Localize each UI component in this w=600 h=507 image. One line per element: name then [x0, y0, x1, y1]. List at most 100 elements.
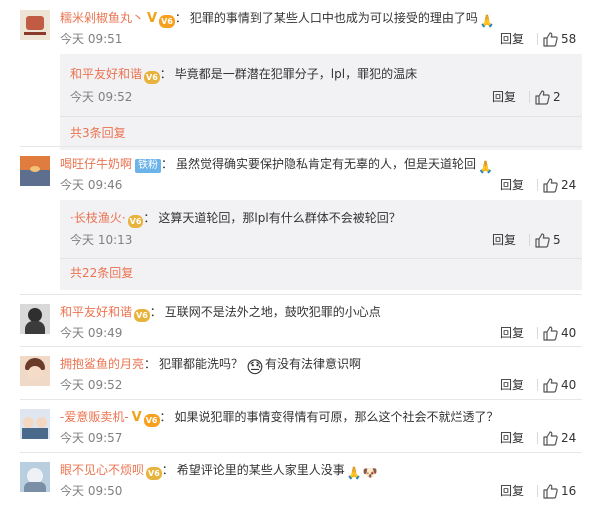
- timestamp: 今天 09:51: [60, 32, 123, 46]
- vip-level-icon: V6: [143, 414, 160, 427]
- avatar[interactable]: [20, 356, 50, 386]
- like-count: 40: [561, 378, 577, 392]
- thumb-up-icon: [543, 326, 558, 341]
- username[interactable]: 拥抱鲨鱼的月亮: [60, 357, 144, 371]
- divider: [537, 33, 538, 45]
- comment-text: 有没有法律意识啊: [265, 357, 362, 371]
- thumb-up-icon: [543, 32, 558, 47]
- divider: [60, 116, 582, 117]
- avatar[interactable]: [20, 409, 50, 439]
- like-count: 24: [561, 178, 577, 192]
- like-button[interactable]: 40: [542, 376, 580, 394]
- reply-button[interactable]: 回复: [492, 88, 516, 106]
- comment-text: 互联网不是法外之地，鼓吹犯罪的小心点: [164, 305, 381, 319]
- timestamp: 今天 09:52: [60, 378, 123, 392]
- username[interactable]: 喝旺仔牛奶啊: [60, 157, 132, 171]
- pray-emoji-icon: 🙏: [479, 14, 495, 28]
- vip-level-icon: V6: [144, 71, 160, 84]
- comment-header: 喝旺仔牛奶啊 铁粉：虽然觉得确实要保护隐私肯定有无辜的人，但是天道轮回 🙏: [60, 154, 580, 174]
- username[interactable]: -爱意贩卖机-: [60, 410, 129, 424]
- subreply-meta: 今天 09:52 回复 2: [70, 88, 572, 106]
- like-count: 2: [553, 90, 561, 104]
- subreply-box: ·长枝渔火· V6：这算天道轮回，那lpl有什么群体不会被轮回？ 今天 10:13…: [60, 200, 582, 290]
- colon: ：: [143, 211, 156, 225]
- timestamp: 今天 09:50: [60, 484, 123, 498]
- comment-header: 眼不见心不烦呗 V6：希望评论里的某些人家里人没事 🙏🐶: [60, 460, 580, 480]
- colon: ：: [161, 157, 174, 171]
- comment-text: 虽然觉得确实要保护隐私肯定有无辜的人，但是天道轮回: [176, 157, 477, 171]
- thumb-up-icon: [543, 431, 558, 446]
- like-count: 16: [561, 484, 577, 498]
- divider: [537, 485, 538, 497]
- reply-button[interactable]: 回复: [500, 482, 524, 500]
- avatar[interactable]: [20, 304, 50, 334]
- like-button[interactable]: 58: [542, 30, 580, 48]
- reply-button[interactable]: 回复: [500, 376, 524, 394]
- reply-button[interactable]: 回复: [500, 429, 524, 447]
- more-replies-link[interactable]: 共3条回复: [70, 124, 126, 142]
- divider: [20, 452, 582, 453]
- thumb-up-icon: [535, 233, 550, 248]
- username[interactable]: 和平友好和谐: [60, 305, 132, 319]
- avatar[interactable]: [20, 156, 50, 186]
- timestamp: 今天 09:46: [60, 178, 123, 192]
- reply-button[interactable]: 回复: [500, 176, 524, 194]
- reply-button[interactable]: 回复: [500, 30, 524, 48]
- comment-meta: 今天 09:46 回复 24: [60, 176, 580, 194]
- like-button[interactable]: 40: [542, 324, 580, 342]
- comment-text: 犯罪的事情到了某些人口中也成为可以接受的理由了吗: [189, 11, 478, 25]
- colon: ：: [159, 67, 172, 81]
- reply-button[interactable]: 回复: [500, 324, 524, 342]
- username[interactable]: 糯米剁椒鱼丸丶: [60, 11, 144, 25]
- username[interactable]: ·长枝渔火·: [70, 211, 126, 225]
- thumb-up-icon: [535, 90, 550, 105]
- subreply-header: 和平友好和谐 V6：毕竟都是一群潜在犯罪分子，lpl，罪犯的温床: [70, 64, 570, 84]
- divider: [537, 432, 538, 444]
- reply-button[interactable]: 回复: [492, 231, 516, 249]
- thumb-up-icon: [543, 378, 558, 393]
- comment-header: -爱意贩卖机- V V6：如果说犯罪的事情变得情有可原，那么这个社会不就烂透了？: [60, 407, 580, 427]
- timestamp: 今天 10:13: [70, 233, 133, 247]
- more-replies-link[interactable]: 共22条回复: [70, 264, 133, 282]
- like-button[interactable]: 2: [534, 88, 572, 106]
- username[interactable]: 眼不见心不烦呗: [60, 463, 144, 477]
- like-button[interactable]: 24: [542, 176, 580, 194]
- divider: [537, 179, 538, 191]
- username[interactable]: 和平友好和谐: [70, 67, 142, 81]
- pray-emoji-icon: 🙏: [346, 466, 362, 480]
- timestamp: 今天 09:57: [60, 431, 123, 445]
- comment-header: 和平友好和谐 V6：互联网不是法外之地，鼓吹犯罪的小心点: [60, 302, 580, 322]
- comment-text: 希望评论里的某些人家里人没事: [176, 463, 345, 477]
- subreply-text: 这算天道轮回，那lpl有什么群体不会被轮回？: [158, 211, 401, 225]
- divider: [537, 379, 538, 391]
- thumb-up-icon: [543, 178, 558, 193]
- verified-v-icon: V: [131, 410, 142, 425]
- divider: [60, 258, 582, 259]
- like-count: 24: [561, 431, 577, 445]
- comment-meta: 今天 09:57 回复 24: [60, 429, 580, 447]
- comment-text: 犯罪都能洗吗？: [159, 357, 244, 371]
- subreply-header: ·长枝渔火· V6：这算天道轮回，那lpl有什么群体不会被轮回？: [70, 208, 570, 228]
- colon: ：: [144, 357, 157, 371]
- doge-emoji-icon: 🐶: [362, 466, 378, 480]
- avatar[interactable]: [20, 462, 50, 492]
- avatar[interactable]: [20, 10, 50, 40]
- subreply-meta: 今天 10:13 回复 5: [70, 231, 572, 249]
- vip-level-icon: V6: [127, 215, 144, 228]
- timestamp: 今天 09:52: [70, 90, 133, 104]
- comment-text: 如果说犯罪的事情变得情有可原，那么这个社会不就烂透了？: [174, 410, 499, 424]
- colon: ：: [159, 410, 172, 424]
- comment-meta: 今天 09:51 回复 58: [60, 30, 580, 48]
- comment-header: 糯米剁椒鱼丸丶 V V6：犯罪的事情到了某些人口中也成为可以接受的理由了吗 🙏: [60, 8, 580, 28]
- comment-meta: 今天 09:50 回复 16: [60, 482, 580, 500]
- like-button[interactable]: 24: [542, 429, 580, 447]
- colon: ：: [174, 11, 187, 25]
- pray-emoji-icon: 🙏: [478, 160, 493, 174]
- divider: [537, 327, 538, 339]
- divider: [529, 91, 530, 103]
- comment-header: 拥抱鲨鱼的月亮： 犯罪都能洗吗？ 😓有没有法律意识啊: [60, 354, 580, 378]
- like-button[interactable]: 16: [542, 482, 580, 500]
- like-button[interactable]: 5: [534, 231, 572, 249]
- like-count: 5: [553, 233, 561, 247]
- divider: [20, 146, 582, 147]
